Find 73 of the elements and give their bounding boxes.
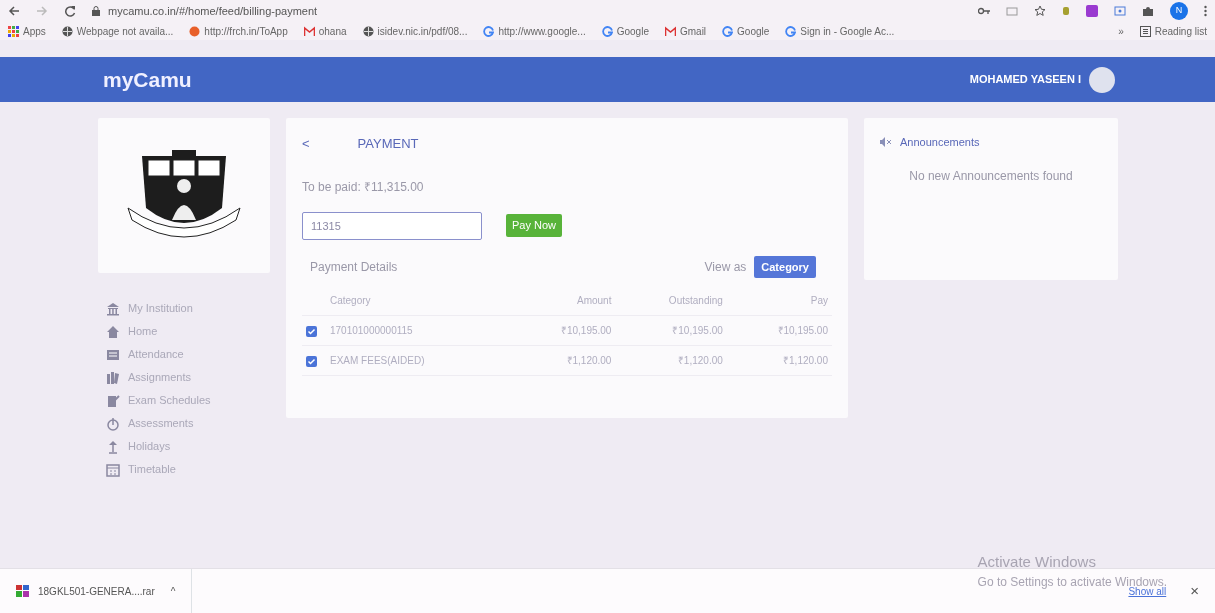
table-cell: ₹1,120.00 [726, 345, 832, 376]
exam-icon [106, 393, 120, 408]
extension-icon[interactable] [1062, 5, 1070, 17]
bookmark-link[interactable]: ohana [318, 23, 347, 39]
download-file-name[interactable]: 18GKL501-GENERA....rar [38, 583, 155, 599]
star-icon[interactable] [1034, 5, 1046, 17]
reading-list-icon [1139, 25, 1151, 37]
google-icon [483, 25, 495, 37]
back-icon[interactable] [8, 5, 20, 17]
amount-due: To be paid: ₹11,315.00 [302, 178, 425, 196]
google-icon [722, 25, 734, 37]
profile-avatar[interactable]: N [1170, 2, 1188, 20]
empty-message: No new Announcements found [908, 167, 1074, 185]
google-icon [601, 25, 613, 37]
column-header: Pay [726, 286, 832, 316]
extension-icon[interactable] [1114, 6, 1126, 16]
extension-icon[interactable] [1086, 5, 1098, 17]
column-header: Category [326, 286, 511, 316]
expand-button[interactable]: ^ [170, 583, 176, 599]
checkbox[interactable] [306, 355, 317, 367]
reload-icon[interactable] [64, 5, 76, 17]
table-cell: ₹10,195.00 [510, 315, 616, 346]
home-icon [106, 324, 120, 339]
bookmark-link[interactable]: Google [616, 23, 649, 39]
section-title: Payment Details [310, 258, 398, 276]
avatar[interactable] [1089, 66, 1115, 93]
table-cell: ₹10,195.00 [726, 315, 832, 346]
bookmark-link[interactable]: Webpage not availa... [76, 23, 174, 39]
page-title: PAYMENT [357, 135, 419, 153]
globe-icon [362, 25, 374, 37]
bookmark-link[interactable]: http://frch.in/ToApp [204, 23, 288, 39]
column-header: Amount [510, 286, 616, 316]
reading-list-link[interactable]: Reading list [1154, 23, 1207, 39]
view-as-label: View as [704, 258, 747, 276]
back-button[interactable]: < [302, 134, 310, 154]
user-name[interactable]: MOHAMED YASEEN I [969, 71, 1081, 88]
archive-icon [16, 584, 30, 598]
activation-title: Activate Windows [977, 551, 1097, 572]
timetable-icon [106, 462, 120, 477]
table-cell: EXAM FEES(AIDED) [326, 345, 511, 376]
bookmark-link[interactable]: Sign in - Google Ac... [800, 23, 895, 39]
institution-icon [106, 301, 120, 316]
brand-logo[interactable]: myCamu [103, 63, 192, 96]
bookmark-link[interactable]: Gmail [679, 23, 707, 39]
table-cell: ₹1,120.00 [615, 345, 727, 376]
amount-field[interactable]: 11315 [302, 211, 482, 240]
address-bar-url[interactable]: mycamu.co.in/#/home/feed/billing-payment [108, 2, 318, 20]
view-toggle-button[interactable]: Category [754, 255, 816, 278]
mail-icon [303, 25, 315, 37]
mute-icon [880, 137, 892, 148]
menu-icon[interactable] [1204, 5, 1207, 17]
bookmark-link[interactable]: isidev.nic.in/pdf/08... [377, 23, 468, 39]
assignments-icon [106, 370, 120, 385]
card-title: Announcements [900, 135, 980, 150]
table-cell: ₹1,120.00 [510, 345, 616, 376]
assessments-icon [106, 416, 120, 431]
globe-icon [61, 25, 73, 37]
bookmark-link[interactable]: Google [737, 23, 770, 39]
mail-icon [664, 25, 676, 37]
table-cell: 170101000000115 [326, 315, 511, 346]
apps-icon [8, 25, 19, 37]
bookmark-link[interactable]: Apps [23, 23, 46, 39]
key-icon[interactable] [978, 6, 990, 16]
lock-icon [92, 6, 100, 16]
attendance-icon [106, 347, 120, 362]
site-icon [189, 25, 201, 37]
more-bookmarks-button[interactable]: » [1118, 23, 1124, 39]
column-header: Outstanding [615, 286, 727, 316]
checkbox[interactable] [306, 325, 317, 337]
close-button[interactable]: × [1190, 579, 1199, 603]
table-cell: ₹10,195.00 [615, 315, 727, 346]
bookmark-link[interactable]: http://www.google... [498, 23, 586, 39]
google-icon [785, 25, 797, 37]
